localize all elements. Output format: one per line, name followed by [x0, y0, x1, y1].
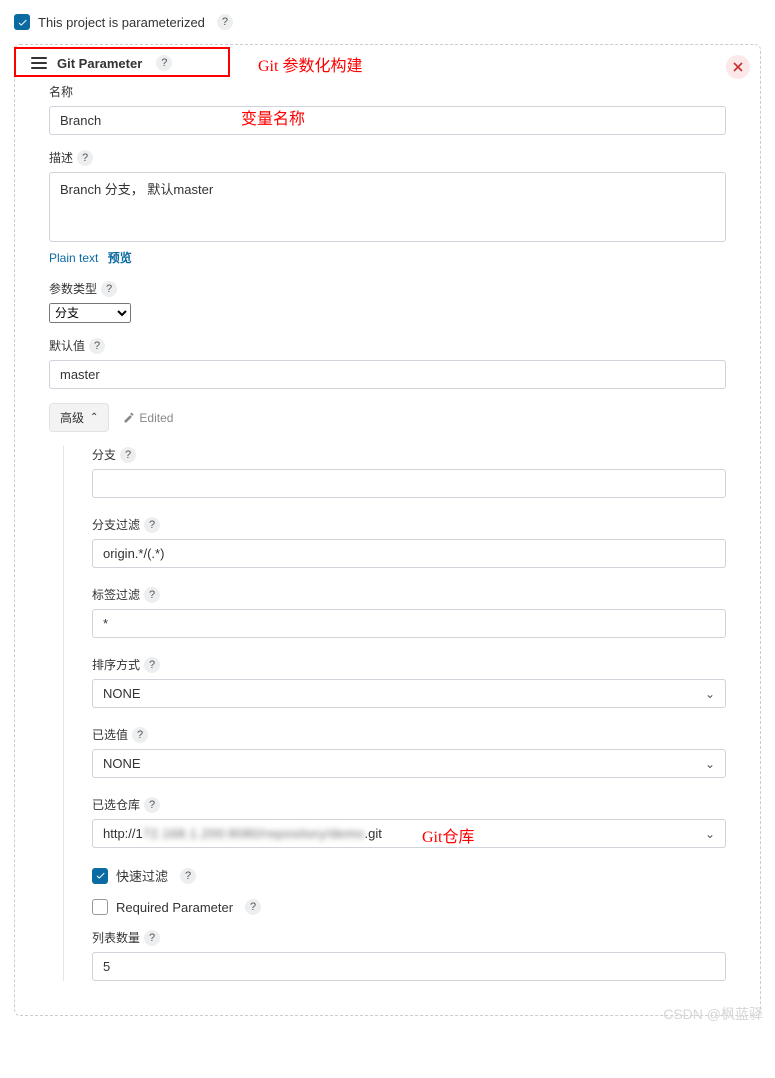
field-selected-repo: 已选仓库? http://172.168.1.200:8080/reposito… — [92, 796, 726, 848]
required-parameter-checkbox[interactable] — [92, 899, 108, 915]
help-icon[interactable]: ? — [144, 517, 160, 533]
selected-repo-select[interactable]: http://172.168.1.200:8080/repository/dem… — [92, 819, 726, 848]
drag-handle-icon[interactable] — [31, 57, 47, 69]
label-text: 快速过滤 — [116, 866, 168, 885]
label-text: 描述 — [49, 149, 73, 166]
field-description: 描述 ? Plain text 预览 — [49, 149, 726, 266]
label-text: 已选仓库 — [92, 796, 140, 813]
name-input[interactable] — [49, 106, 726, 135]
field-list-count: 列表数量? — [92, 929, 726, 981]
selected-value-select[interactable]: NONE ⌄ — [92, 749, 726, 778]
label-text: 参数类型 — [49, 280, 97, 297]
chevron-down-icon: ⌄ — [705, 757, 715, 771]
label-text: 默认值 — [49, 337, 85, 354]
label-text: 分支过滤 — [92, 516, 140, 533]
field-label: 名称 — [49, 83, 726, 100]
description-textarea[interactable] — [49, 172, 726, 242]
parameterized-label: This project is parameterized — [38, 15, 205, 30]
branch-filter-input[interactable] — [92, 539, 726, 568]
advanced-block: 分支? 分支过滤? 标签过滤? 排序方式? NONE ⌄ 已选值? NONE ⌄ — [63, 446, 726, 981]
field-name: 名称 变量名称 — [49, 83, 726, 135]
help-icon[interactable]: ? — [156, 55, 172, 71]
label-text: 排序方式 — [92, 656, 140, 673]
format-preview-link[interactable]: 预览 — [108, 251, 132, 265]
help-icon[interactable]: ? — [101, 281, 117, 297]
field-label: 描述 ? — [49, 149, 726, 166]
help-icon[interactable]: ? — [144, 657, 160, 673]
check-icon — [95, 870, 106, 881]
panel-header: Git Parameter ? — [27, 45, 748, 75]
label-text: 名称 — [49, 83, 73, 100]
list-count-input[interactable] — [92, 952, 726, 981]
help-icon[interactable]: ? — [144, 587, 160, 603]
label-text: Required Parameter — [116, 900, 233, 915]
help-icon[interactable]: ? — [144, 930, 160, 946]
parameterized-checkbox[interactable] — [14, 14, 30, 30]
help-icon[interactable]: ? — [77, 150, 93, 166]
advanced-row: 高级 ⌃ Edited — [49, 403, 726, 432]
chevron-up-icon: ⌃ — [90, 412, 98, 423]
edited-label: Edited — [139, 411, 173, 425]
format-plain-link[interactable]: Plain text — [49, 251, 98, 265]
label-text: 列表数量 — [92, 929, 140, 946]
label-text: 分支 — [92, 446, 116, 463]
field-sort-mode: 排序方式? NONE ⌄ — [92, 656, 726, 708]
param-type-select[interactable]: 分支 — [49, 303, 131, 323]
select-value: NONE — [103, 686, 141, 701]
label-text: 已选值 — [92, 726, 128, 743]
help-icon[interactable]: ? — [245, 899, 261, 915]
select-value: NONE — [103, 756, 141, 771]
help-icon[interactable]: ? — [217, 14, 233, 30]
field-selected-value: 已选值? NONE ⌄ — [92, 726, 726, 778]
chevron-down-icon: ⌄ — [705, 687, 715, 701]
branch-input[interactable] — [92, 469, 726, 498]
help-icon[interactable]: ? — [180, 868, 196, 884]
format-row: Plain text 预览 — [49, 249, 726, 266]
help-icon[interactable]: ? — [144, 797, 160, 813]
field-default-value: 默认值 ? — [49, 337, 726, 389]
field-branch-filter: 分支过滤? — [92, 516, 726, 568]
chevron-down-icon: ⌄ — [705, 827, 715, 841]
pencil-icon — [123, 412, 135, 424]
help-icon[interactable]: ? — [120, 447, 136, 463]
edited-indicator: Edited — [123, 411, 173, 425]
field-required-parameter: Required Parameter ? — [92, 899, 726, 915]
label-text: 标签过滤 — [92, 586, 140, 603]
help-icon[interactable]: ? — [132, 727, 148, 743]
git-parameter-panel: Git Parameter ? Git 参数化构建 名称 变量名称 描述 ? P… — [14, 44, 761, 1016]
sort-mode-select[interactable]: NONE ⌄ — [92, 679, 726, 708]
field-param-type: 参数类型 ? 分支 — [49, 280, 726, 323]
default-value-input[interactable] — [49, 360, 726, 389]
field-branch: 分支? — [92, 446, 726, 498]
select-value: http://172.168.1.200:8080/repository/dem… — [103, 826, 382, 841]
quick-filter-checkbox[interactable] — [92, 868, 108, 884]
field-label: 默认值 ? — [49, 337, 726, 354]
field-tag-filter: 标签过滤? — [92, 586, 726, 638]
field-label: 参数类型 ? — [49, 280, 726, 297]
check-icon — [17, 17, 28, 28]
tag-filter-input[interactable] — [92, 609, 726, 638]
field-quick-filter: 快速过滤 ? — [92, 866, 726, 885]
advanced-label: 高级 — [60, 409, 84, 426]
panel-title: Git Parameter — [57, 56, 142, 71]
help-icon[interactable]: ? — [89, 338, 105, 354]
advanced-toggle-button[interactable]: 高级 ⌃ — [49, 403, 109, 432]
parameterized-toggle-row: This project is parameterized ? — [14, 14, 761, 30]
